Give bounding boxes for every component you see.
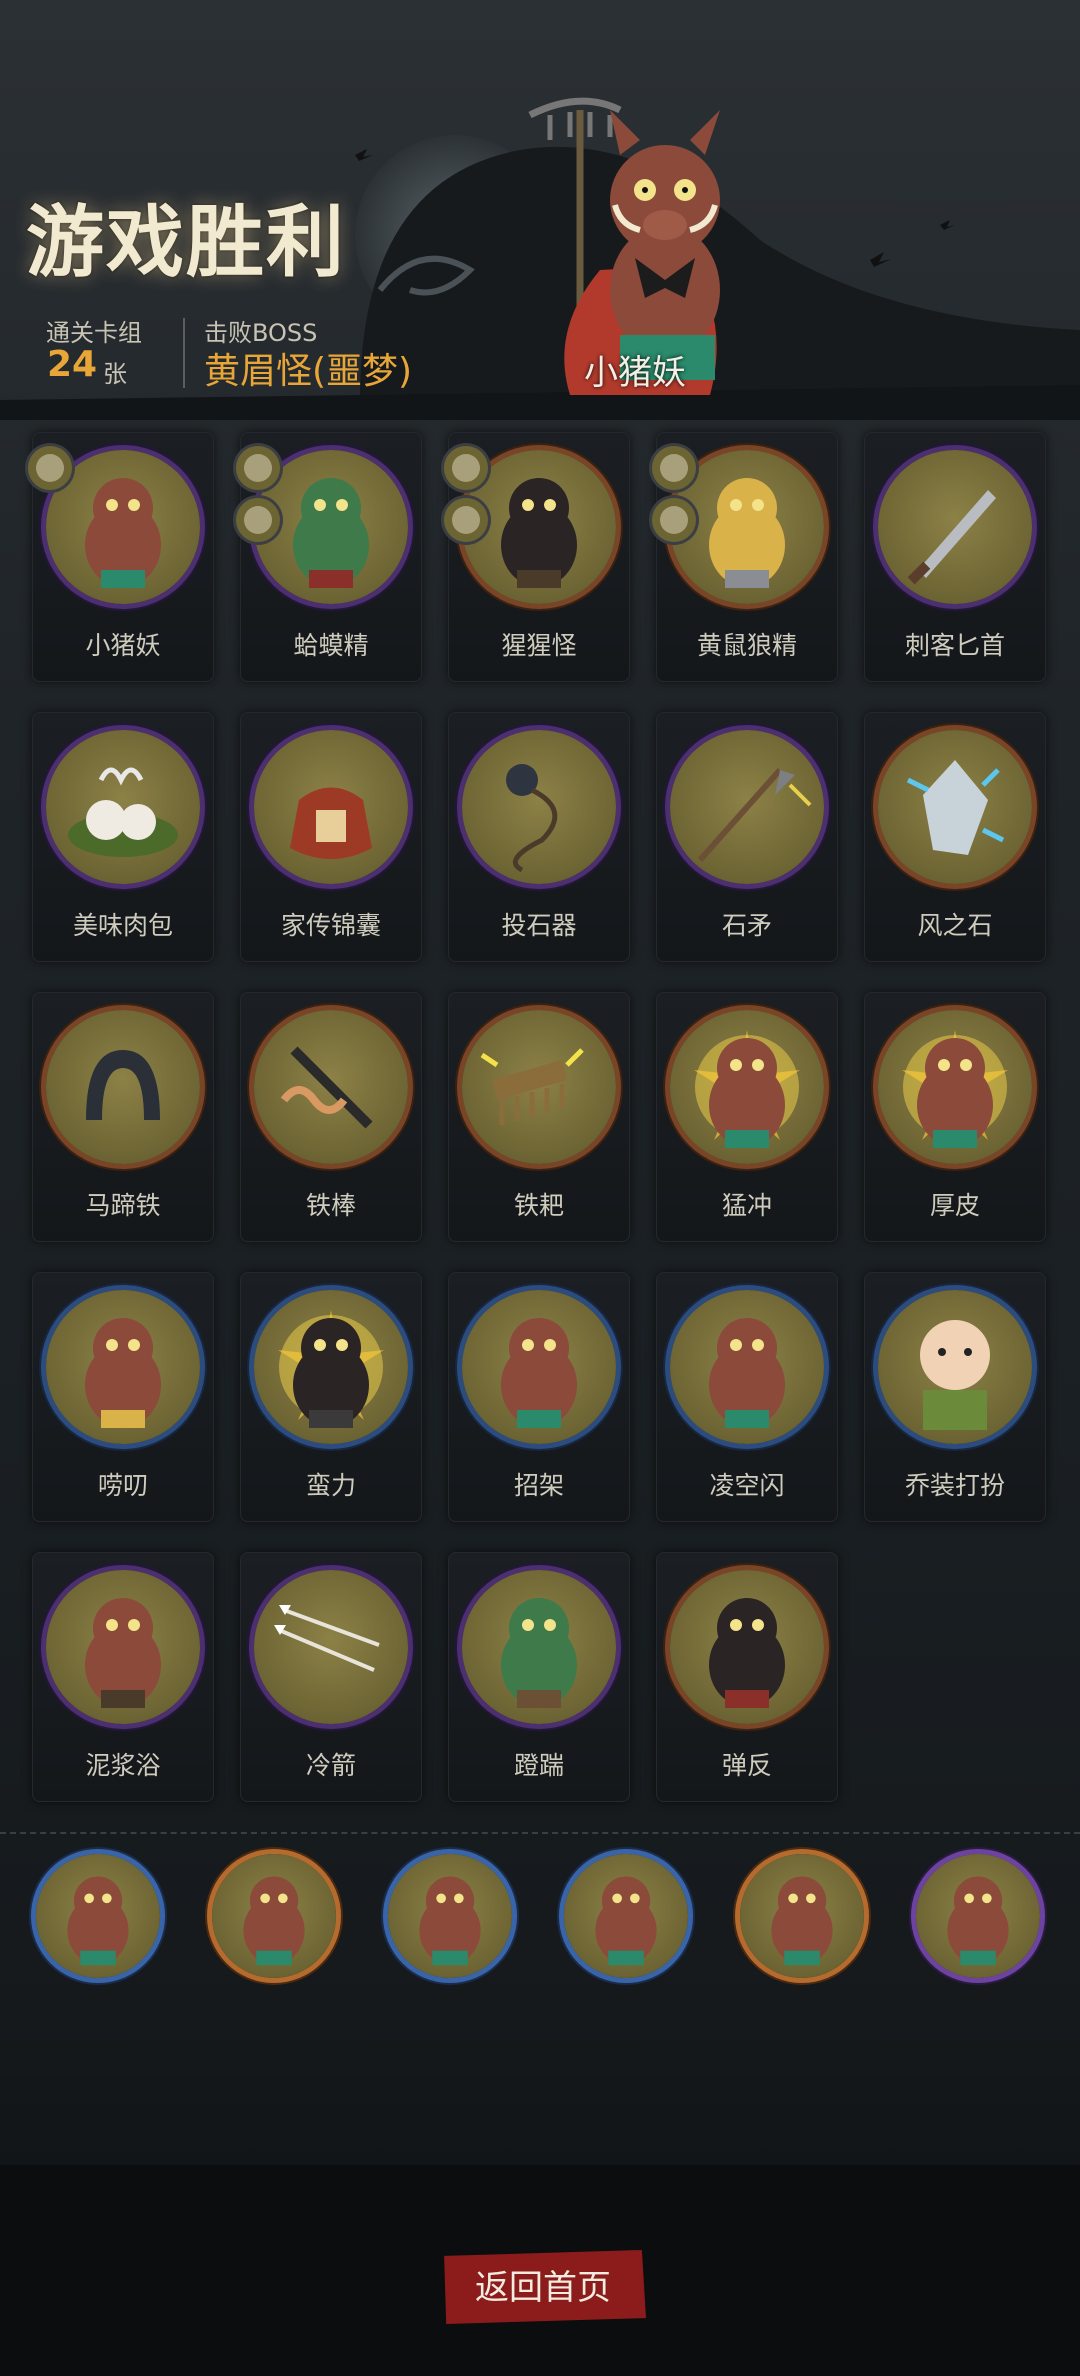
deck-card-name: 猛冲 — [721, 1191, 772, 1220]
deck-card[interactable]: 凌空闪 — [656, 1272, 838, 1522]
kick-icon — [462, 1570, 616, 1724]
deck-card[interactable]: 铁耙 — [448, 992, 630, 1242]
victory-header: 游戏胜利 通关卡组 24 张 击败BOSS 黄眉怪(噩梦) 小猪妖 — [0, 0, 1080, 420]
deck-card-name: 投石器 — [501, 911, 577, 940]
deck-card-name: 家传锦囊 — [280, 911, 381, 940]
deck-card[interactable]: 弹反 — [656, 1552, 838, 1802]
kick-token-icon[interactable] — [916, 1854, 1040, 1978]
deck-card[interactable]: 猩猩怪 — [444, 432, 630, 682]
deck-card[interactable]: 投石器 — [448, 712, 630, 962]
cleared-deck-count: 24 — [47, 344, 98, 385]
deck-card-name: 铁耙 — [513, 1191, 564, 1220]
parry-icon — [462, 1290, 616, 1444]
deck-card-name: 唠叨 — [97, 1471, 148, 1500]
deck-card[interactable]: 铁棒 — [240, 992, 422, 1242]
claw-badge-icon — [652, 498, 696, 542]
deck-card-name: 小猪妖 — [85, 631, 161, 660]
cleared-deck-unit: 张 — [103, 360, 127, 388]
deck-card-name: 弹反 — [721, 1751, 772, 1780]
section-divider — [0, 1832, 1080, 1834]
deck-card[interactable]: 冷箭 — [240, 1552, 422, 1802]
ox-badge-icon — [236, 446, 280, 490]
deck-card-name: 乔装打扮 — [904, 1471, 1005, 1500]
victory-title: 游戏胜利 — [26, 198, 347, 288]
deck-card[interactable]: 招架 — [448, 1272, 630, 1522]
deck-card[interactable]: 家传锦囊 — [240, 712, 422, 962]
lightning-beast-token-icon[interactable] — [388, 1854, 512, 1978]
deck-card[interactable]: 唠叨 — [32, 1272, 214, 1522]
back-to-home-button[interactable]: 返回首页 — [444, 2250, 646, 2324]
deck-token-row — [0, 1850, 1080, 1980]
deck-card-name: 厚皮 — [929, 1191, 980, 1220]
boss-portrait-name: 小猪妖 — [584, 353, 686, 393]
mace-badge-icon — [444, 498, 488, 542]
deck-card[interactable]: 乔装打扮 — [864, 1272, 1046, 1522]
deck-card-name: 蛮力 — [305, 1471, 356, 1500]
stone-spear-icon — [670, 730, 824, 884]
deck-card[interactable]: 风之石 — [864, 712, 1046, 962]
iron-rake-icon — [462, 1010, 616, 1164]
deck-card[interactable]: 猛冲 — [656, 992, 838, 1242]
deck-card-name: 黄鼠狼精 — [696, 631, 797, 660]
deck-card[interactable]: 泥浆浴 — [32, 1552, 214, 1802]
club-badge-icon — [236, 498, 280, 542]
stat-divider — [183, 318, 185, 388]
deck-card[interactable]: 蛤蟆精 — [236, 432, 422, 682]
deck-card-name: 凌空闪 — [709, 1471, 785, 1500]
deck-card[interactable]: 厚皮 — [864, 992, 1046, 1242]
deck-card[interactable]: 蹬踹 — [448, 1552, 630, 1802]
steamed-bun-icon — [46, 730, 200, 884]
boar-attack-token-icon[interactable] — [36, 1854, 160, 1978]
lotus-badge-icon — [444, 446, 488, 490]
cold-arrow-icon — [254, 1570, 408, 1724]
horn-token-icon[interactable] — [564, 1854, 688, 1978]
deck-card[interactable]: 小猪妖 — [28, 432, 214, 682]
iron-rod-icon — [254, 1010, 408, 1164]
mud-bath-icon — [46, 1570, 200, 1724]
tiger-badge-icon — [28, 446, 72, 490]
sling-icon — [462, 730, 616, 884]
nagging-icon — [46, 1290, 200, 1444]
deck-card[interactable]: 蛮力 — [240, 1272, 422, 1522]
brute-force-icon — [254, 1290, 408, 1444]
deck-card-name: 石矛 — [721, 911, 772, 940]
deck-card[interactable]: 美味肉包 — [32, 712, 214, 962]
deck-card-name: 刺客匕首 — [904, 631, 1005, 660]
air-dodge-icon — [670, 1290, 824, 1444]
boar-duo-token-icon[interactable] — [740, 1854, 864, 1978]
deck-card-name: 蹬踹 — [513, 1751, 564, 1780]
deck-card-name: 美味肉包 — [72, 911, 173, 940]
deck-card-name: 招架 — [513, 1471, 564, 1500]
wind-stone-icon — [878, 730, 1032, 884]
deck-card-name: 铁棒 — [305, 1191, 356, 1220]
thick-skin-icon — [878, 1010, 1032, 1164]
assassin-dagger-icon — [878, 450, 1032, 604]
deck-card-name: 风之石 — [917, 911, 993, 940]
deck-card-name: 泥浆浴 — [85, 1751, 161, 1780]
charge-icon — [670, 1010, 824, 1164]
deck-card-name: 猩猩怪 — [501, 631, 577, 660]
deck-card[interactable]: 黄鼠狼精 — [652, 432, 838, 682]
white-horse-token-icon[interactable] — [212, 1854, 336, 1978]
deck-card-name: 蛤蟆精 — [293, 631, 369, 660]
dagger-badge-icon — [652, 446, 696, 490]
disguise-icon — [878, 1290, 1032, 1444]
deck-card-name: 冷箭 — [305, 1751, 356, 1780]
deck-card[interactable]: 马蹄铁 — [32, 992, 214, 1242]
horseshoe-icon — [46, 1010, 200, 1164]
deck-card[interactable]: 石矛 — [656, 712, 838, 962]
brocade-pouch-icon — [254, 730, 408, 884]
defeated-boss-name: 黄眉怪(噩梦) — [204, 351, 413, 392]
deck-card-name: 马蹄铁 — [85, 1191, 161, 1220]
cleared-deck-label: 通关卡组 — [46, 319, 142, 347]
deck-card[interactable]: 刺客匕首 — [864, 432, 1046, 682]
counter-icon — [670, 1570, 824, 1724]
